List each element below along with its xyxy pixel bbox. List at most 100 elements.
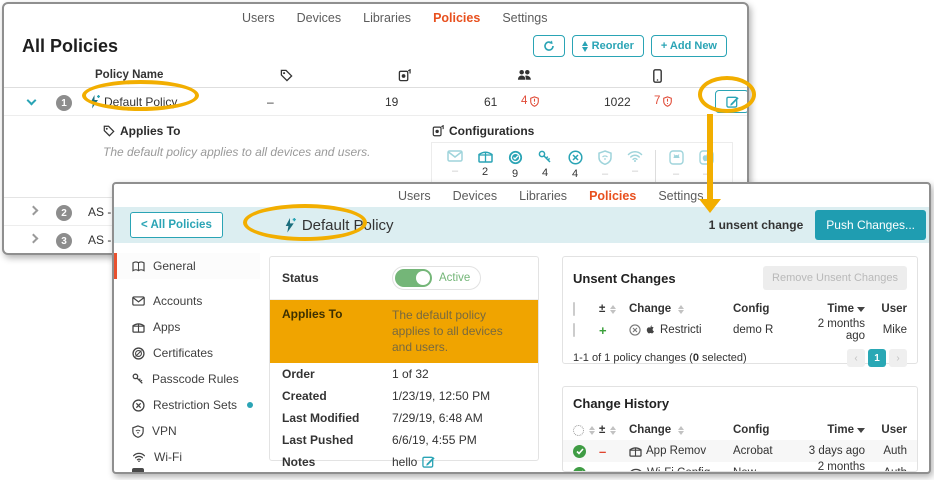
created-value: 1/23/19, 12:50 PM	[392, 389, 490, 403]
nav-libraries[interactable]: Libraries	[519, 189, 567, 203]
history-row[interactable]: – Wi-Fi Config New 2 months ago Auth	[563, 462, 917, 472]
policies-table-header: Policy Name	[4, 66, 747, 88]
last-modified-value: 7/29/19, 6:48 AM	[392, 411, 483, 425]
certificate-icon	[508, 150, 523, 165]
applies-to-heading: Applies To	[120, 124, 180, 138]
change-name: App Remov	[646, 445, 706, 457]
mail-icon	[132, 296, 145, 306]
collapse-chevron-icon[interactable]	[28, 97, 35, 104]
config-android[interactable]: –	[661, 150, 691, 180]
unsent-change-row[interactable]: + Restricti demo R 2 months ago Mike	[573, 319, 907, 341]
edit-notes-icon[interactable]	[422, 455, 435, 468]
circle-x-icon	[629, 324, 641, 336]
applies-to-value: The default policy applies to all device…	[392, 307, 526, 356]
config-certificates[interactable]: 9	[500, 150, 530, 180]
policy-name[interactable]: AS -	[88, 205, 111, 219]
nav-devices[interactable]: Devices	[297, 11, 341, 25]
config-wifi[interactable]: –	[620, 150, 650, 177]
policy-title: Default Policy	[283, 217, 394, 234]
policy-name[interactable]: AS -	[88, 233, 111, 247]
prev-page-button[interactable]: ‹	[847, 349, 865, 367]
row-checkbox[interactable]	[573, 323, 575, 337]
policy-header-bar: < All Policies Default Policy 1 unsent c…	[114, 207, 929, 243]
users-count: 61	[484, 95, 497, 109]
nav-libraries[interactable]: Libraries	[363, 11, 411, 25]
alert-shield-icon	[530, 96, 539, 107]
nav-users[interactable]: Users	[398, 189, 431, 203]
config-apps[interactable]: 2	[470, 150, 500, 178]
sidebar-item-restriction-sets[interactable]: Restriction Sets	[114, 392, 260, 418]
nav-policies[interactable]: Policies	[589, 189, 636, 203]
change-user: Auth	[865, 445, 907, 457]
config-vpn[interactable]: –	[590, 150, 620, 180]
config-restrictions[interactable]: 4	[560, 150, 590, 180]
page-1-button[interactable]: 1	[868, 349, 886, 367]
applies-to-text: The default policy applies to all device…	[103, 145, 383, 159]
nav-settings[interactable]: Settings	[658, 189, 703, 203]
book-icon	[132, 261, 145, 272]
nav-settings[interactable]: Settings	[502, 11, 547, 25]
top-nav: Users Devices Libraries Policies Setting…	[114, 184, 929, 207]
pagination: ‹ 1 ›	[847, 349, 907, 367]
select-all-checkbox[interactable]	[573, 302, 575, 316]
history-row[interactable]: – App Remov Acrobat 3 days ago Auth	[563, 440, 917, 462]
policy-title-text: Default Policy	[302, 217, 394, 234]
nav-devices[interactable]: Devices	[453, 189, 497, 203]
sidebar-item-passcode-rules[interactable]: Passcode Rules	[114, 366, 260, 392]
change-config: Acrobat	[733, 445, 805, 457]
apple-icon	[645, 324, 656, 336]
devices-count: 1022	[604, 95, 631, 109]
annotation-arrow-head	[699, 199, 721, 213]
device-alert: 7	[654, 95, 672, 107]
configurations-heading: Configurations	[449, 124, 534, 138]
sidebar-item-partial-icon	[132, 468, 144, 473]
refresh-button[interactable]	[533, 35, 565, 57]
change-name: Restricti	[660, 324, 702, 336]
policy-bolt-icon	[88, 95, 101, 109]
wifi-icon	[627, 150, 643, 162]
devices-column-icon	[653, 69, 662, 83]
configurations-column-icon	[398, 69, 411, 82]
reorder-button[interactable]: Reorder	[572, 35, 644, 57]
success-check-icon	[573, 467, 586, 473]
sidebar-item-wifi[interactable]: Wi-Fi	[114, 444, 260, 470]
android-box-icon	[669, 150, 684, 165]
push-changes-button[interactable]: Push Changes...	[815, 210, 926, 240]
order-value: 1 of 32	[392, 367, 429, 381]
unsent-indicator-dot	[247, 402, 253, 408]
expand-chevron-icon[interactable]	[30, 207, 37, 214]
sidebar-item-accounts[interactable]: Accounts	[114, 288, 260, 314]
nav-policies[interactable]: Policies	[433, 11, 480, 25]
status-toggle[interactable]: Active	[392, 266, 481, 290]
remove-unsent-changes-button[interactable]: Remove Unsent Changes	[763, 266, 907, 290]
expand-chevron-icon[interactable]	[30, 235, 37, 242]
divider	[655, 150, 656, 186]
sidebar-item-certificates[interactable]: Certificates	[114, 340, 260, 366]
next-page-button[interactable]: ›	[889, 349, 907, 367]
apps-icon	[132, 322, 145, 333]
refresh-icon	[543, 40, 555, 52]
nav-users[interactable]: Users	[242, 11, 275, 25]
config-passcode[interactable]: 4	[530, 150, 560, 179]
config-apple[interactable]: –	[691, 150, 721, 180]
unsent-change-note: 1 unsent change	[709, 218, 804, 232]
vpn-shield-icon	[132, 425, 144, 438]
sidebar-item-apps[interactable]: Apps	[114, 314, 260, 340]
change-config: New	[733, 467, 805, 472]
created-label: Created	[282, 389, 392, 403]
sort-icon	[589, 426, 595, 435]
sort-icon	[678, 426, 684, 435]
key-icon	[538, 150, 552, 164]
sidebar-item-general[interactable]: General	[114, 253, 260, 279]
sidebar-item-vpn[interactable]: VPN	[114, 418, 260, 444]
policy-row-default[interactable]: 1 Default Policy – 19 61 4 1022 7	[4, 88, 747, 116]
edit-policy-button[interactable]	[715, 90, 749, 113]
page-title: All Policies	[22, 36, 118, 57]
key-icon	[132, 373, 144, 385]
add-new-button[interactable]: + Add New	[651, 35, 727, 57]
certificate-icon	[132, 347, 145, 360]
policy-name[interactable]: Default Policy	[104, 95, 177, 109]
back-to-policies-button[interactable]: < All Policies	[130, 212, 223, 238]
circle-x-icon	[132, 399, 145, 412]
config-accounts[interactable]: –	[440, 150, 470, 177]
